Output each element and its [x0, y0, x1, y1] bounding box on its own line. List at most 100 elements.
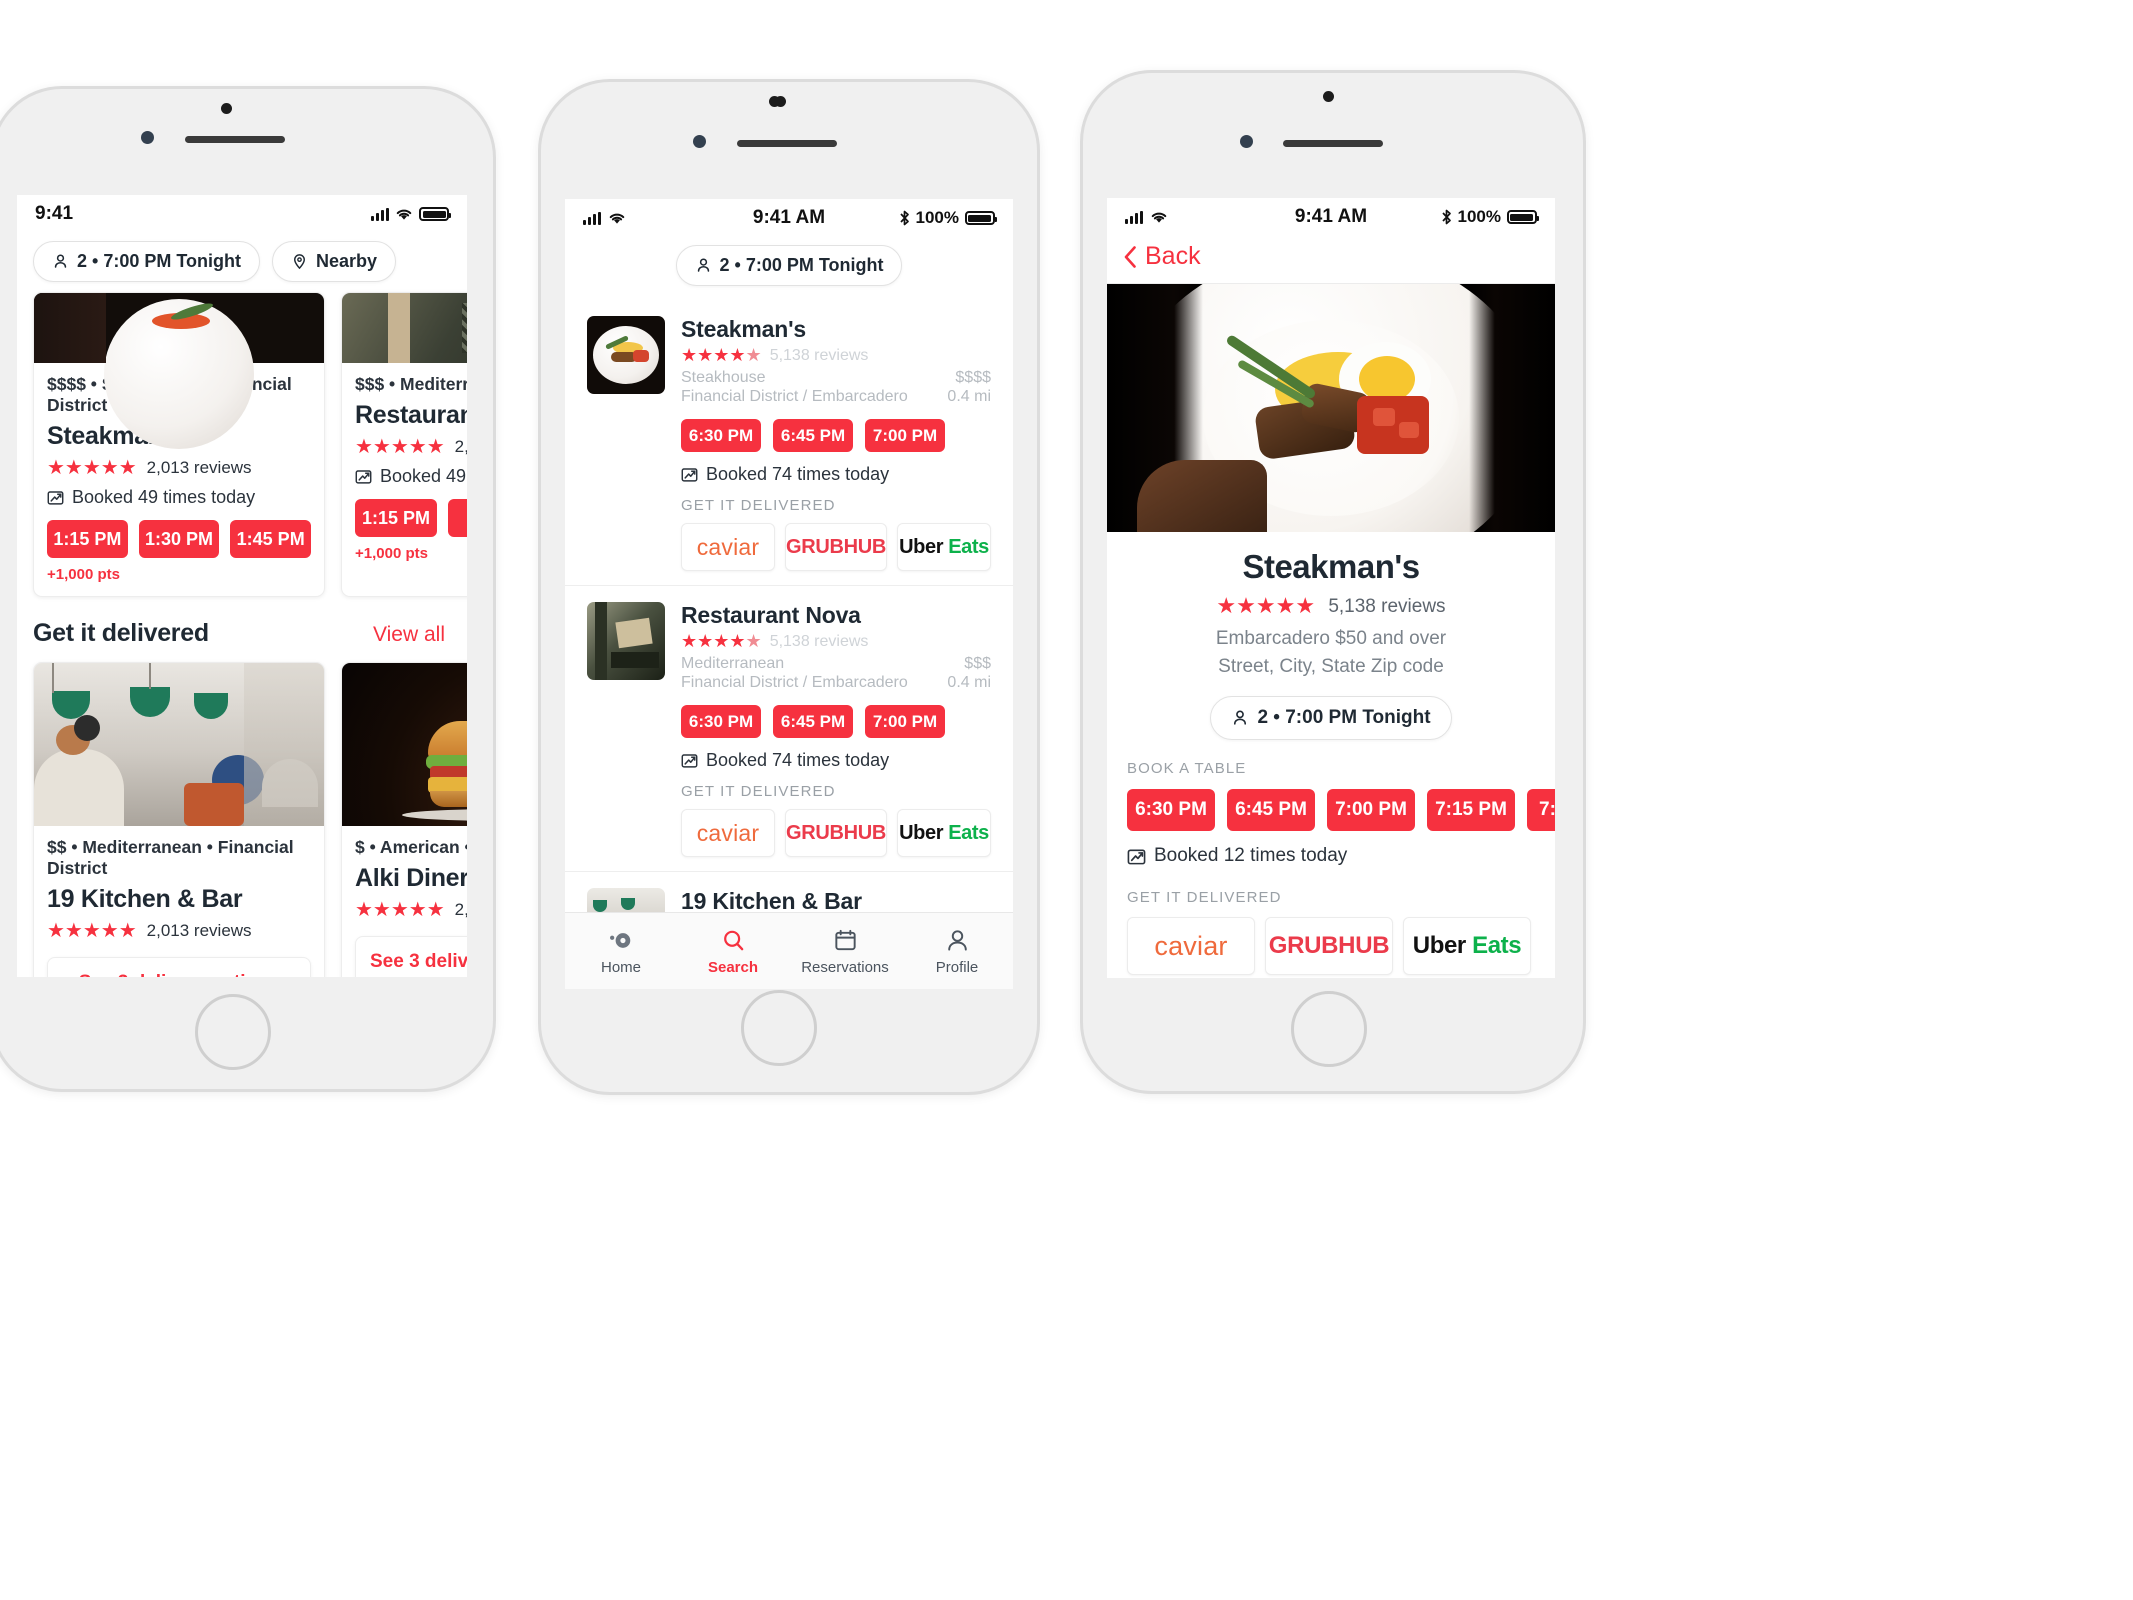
cellular-signal-icon	[371, 207, 389, 221]
view-all-link[interactable]: View all	[373, 623, 445, 647]
delivery-partner-row[interactable]: caviar GRUBHUB Uber Eats	[681, 809, 991, 857]
timeslot-row[interactable]: 6:30 PM 6:45 PM 7:00 PM	[681, 705, 991, 738]
delivery-partner-row[interactable]: caviar GRUBHUB Uber Eats	[681, 523, 991, 571]
delivery-card[interactable]: $$ • Mediterranean • Financial District …	[33, 662, 325, 977]
grubhub-logo[interactable]: GRUBHUB	[1265, 917, 1393, 976]
location-pin-icon	[294, 254, 305, 270]
timeslot-button[interactable]: 6:30 PM	[681, 705, 761, 738]
tab-profile-label: Profile	[935, 958, 979, 976]
front-camera-icon	[1323, 91, 1334, 102]
delivery-carousel[interactable]: $$ • Mediterranean • Financial District …	[17, 662, 467, 977]
home-dot-icon	[609, 932, 630, 948]
delivered-caption: GET IT DELIVERED	[681, 783, 836, 800]
status-bar-2: 9:41 AM 100%	[565, 199, 1013, 237]
home-button[interactable]	[195, 994, 271, 1070]
restaurant-hero-photo	[1107, 284, 1555, 532]
tab-profile[interactable]: Profile	[901, 913, 1013, 989]
restaurant-list-item[interactable]: Restaurant Nova ★★★★★ 5,138 reviews Medi…	[565, 586, 1013, 872]
tab-home[interactable]: Home	[565, 913, 677, 989]
restaurant-photo	[342, 293, 467, 363]
home-button[interactable]	[741, 990, 817, 1066]
timeslot-button[interactable]: 7:00 PM	[1327, 789, 1415, 832]
party-time-filter-2[interactable]: 2 • 7:00 PM Tonight	[675, 245, 903, 286]
timeslot-row[interactable]: 1:15 PM	[355, 499, 467, 537]
caviar-logo[interactable]: caviar	[1127, 917, 1255, 976]
timeslot-button[interactable]: 1:30 PM	[138, 520, 220, 558]
timeslot-button[interactable]: 6:45 PM	[773, 705, 853, 738]
booked-label: Booked 49 t	[380, 466, 467, 486]
review-count: 2,0	[454, 899, 467, 919]
screenshot-root: 9:41 2 • 7:00 PM Tonight Nearby $$$$ • F…	[0, 0, 2133, 1600]
restaurant-name: Restaurant	[355, 401, 467, 429]
timeslot-button[interactable]: 1:15 PM	[47, 520, 128, 558]
back-button[interactable]: Back	[1123, 242, 1539, 271]
timeslot-button[interactable]: 1:45 PM	[230, 520, 312, 558]
timeslot-button[interactable]: 7:30	[1527, 789, 1555, 832]
status-time-3: 9:41 AM	[1294, 206, 1368, 227]
battery-percent-3: 100%	[1457, 207, 1501, 226]
person-icon	[947, 929, 967, 951]
trending-icon	[47, 491, 64, 505]
caviar-logo[interactable]: caviar	[681, 523, 775, 571]
restaurant-card[interactable]: $$$$ • Steakhouse • Financial District S…	[33, 292, 325, 597]
timeslot-button[interactable]	[448, 499, 467, 537]
timeslot-button[interactable]: 6:45 PM	[1227, 789, 1315, 832]
front-camera-icon	[221, 103, 232, 114]
top-restaurant-carousel[interactable]: $$$$ • Steakhouse • Financial District S…	[17, 292, 467, 597]
timeslot-button[interactable]: 7:00 PM	[865, 419, 945, 452]
caviar-logo[interactable]: caviar	[681, 809, 775, 857]
address-line-1: Embarcadero $50 and over	[1215, 628, 1447, 649]
home-button[interactable]	[1291, 991, 1367, 1067]
timeslot-button[interactable]: 7:15 PM	[1427, 789, 1515, 832]
tab-reservations[interactable]: Reservations	[789, 913, 901, 989]
restaurant-name: Steakman's	[1242, 548, 1420, 585]
restaurant-name: Alki Diner	[355, 864, 467, 892]
restaurant-thumbnail	[587, 602, 665, 680]
party-time-filter-1[interactable]: 2 • 7:00 PM Tonight	[33, 241, 260, 282]
rating-stars: ★★★★★	[47, 457, 137, 479]
front-camera-icon	[769, 96, 780, 107]
booked-label: Booked 12 times today	[1154, 845, 1348, 867]
timeslot-button[interactable]: 1:15 PM	[355, 499, 437, 537]
delivered-caption: GET IT DELIVERED	[681, 497, 836, 514]
cuisine-label: Steakhouse	[681, 369, 766, 386]
rating-stars: ★★★★★	[47, 920, 137, 942]
timeslot-row[interactable]: 6:30 PM 6:45 PM 7:00 PM	[681, 419, 991, 452]
grubhub-logo[interactable]: GRUBHUB	[785, 523, 887, 571]
timeslot-row[interactable]: 1:15 PM 1:30 PM 1:45 PM	[47, 520, 312, 558]
timeslot-button[interactable]: 6:30 PM	[681, 419, 761, 452]
nearby-filter-label: Nearby	[315, 251, 378, 271]
booked-label: Booked 74 times today	[706, 464, 890, 484]
timeslot-button[interactable]: 6:45 PM	[773, 419, 853, 452]
party-time-filter-label-1: 2 • 7:00 PM Tonight	[77, 251, 241, 271]
restaurant-list-item[interactable]: Steakman's ★★★★★ 5,138 reviews Steakhous…	[565, 300, 1013, 586]
delivery-card[interactable]: $ • American • Alki Diner ★★★★★ 2,0 See …	[341, 662, 467, 977]
delivery-partner-row[interactable]: caviar GRUBHUB Uber Eats	[1127, 917, 1555, 976]
restaurant-meta: $ • American •	[355, 837, 467, 857]
grubhub-logo[interactable]: GRUBHUB	[785, 809, 887, 857]
see-delivery-options-button[interactable]: See 3 deliv	[355, 936, 467, 977]
trending-icon	[1127, 849, 1146, 865]
cellular-signal-icon	[1125, 210, 1143, 224]
ubereats-logo[interactable]: Uber Eats	[897, 809, 991, 857]
ubereats-logo[interactable]: Uber Eats	[1403, 917, 1531, 976]
wifi-icon	[396, 209, 412, 220]
earpiece-speaker	[1283, 140, 1383, 147]
ubereats-logo[interactable]: Uber Eats	[897, 523, 991, 571]
status-bar-1: 9:41	[17, 195, 467, 233]
booked-count: Booked 49 t	[355, 466, 467, 487]
timeslot-row[interactable]: 6:30 PM 6:45 PM 7:00 PM 7:15 PM 7:30	[1127, 789, 1555, 832]
party-time-filter-3[interactable]: 2 • 7:00 PM Tonight	[1210, 696, 1452, 741]
booked-label: Booked 74 times today	[706, 750, 890, 770]
restaurant-meta: $$ • Mediterranean • Financial District	[47, 837, 294, 878]
timeslot-button[interactable]: 6:30 PM	[1127, 789, 1215, 832]
timeslot-button[interactable]: 7:00 PM	[865, 705, 945, 738]
rating-stars: ★★★★★	[355, 436, 445, 458]
see-delivery-options-button[interactable]: See 3 delivery options	[47, 957, 311, 977]
nearby-filter[interactable]: Nearby	[271, 241, 397, 282]
review-count: 2,013 reviews	[146, 457, 252, 477]
phone-device-2: 9:41 AM 100% 2 • 7:00 PM Tonight Steakma…	[538, 79, 1040, 1095]
tab-search[interactable]: Search	[677, 913, 789, 989]
restaurant-card[interactable]: $$$ • Mediterr Restaurant ★★★★★ 2,0	[341, 292, 467, 597]
section-title: Get it delivered	[33, 619, 209, 647]
